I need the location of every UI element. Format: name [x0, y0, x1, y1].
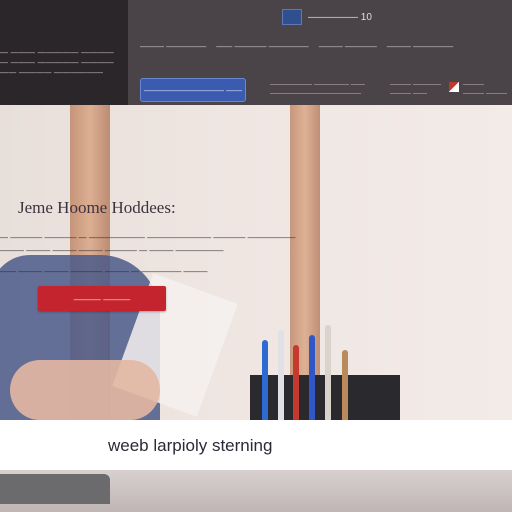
- hero-section: Jeme Hoome Hoddees: — ———— ———— — ——————…: [0, 105, 512, 420]
- nav-item[interactable]: ——— —————: [387, 42, 453, 51]
- header-info-block: ——— ——— ———: [463, 80, 507, 98]
- header-info-block: ——— ———— ——— ——: [390, 80, 441, 98]
- info-line: ——— ———: [463, 90, 507, 97]
- hero-title: Jeme Hoome Hoddees:: [18, 198, 176, 217]
- nav-item[interactable]: —— ———— —————: [216, 42, 308, 51]
- nav-item[interactable]: ——— —————: [140, 42, 206, 51]
- main-nav: ——— ————— —— ———— ————— ——— ———— ——— ———…: [140, 42, 453, 51]
- header-left-line: — ——— ————— ————: [0, 48, 114, 57]
- hero-hand-image: [10, 360, 160, 420]
- info-line: ——— ————: [390, 81, 441, 88]
- hero-subtitle-line: — ———— ———— — ——————— ———————— ———— ————…: [0, 233, 296, 242]
- hero-subtitle-line: ——— ——— ——— ——— ———— — ——— ——————: [0, 246, 224, 255]
- header-left-panel: — ——— ————— ———— — ——— ————— ———— —— ———…: [0, 0, 128, 105]
- pencil-image: [309, 335, 315, 420]
- pencil-image: [342, 350, 348, 420]
- info-line: ——— ——: [390, 90, 427, 97]
- header-cta-button[interactable]: —————————— ——: [140, 78, 246, 102]
- brand-logo-icon: [282, 9, 302, 25]
- laptop-image: [0, 474, 110, 504]
- header-left-line: — ——— ————— ————: [0, 58, 114, 67]
- pencil-image: [262, 340, 268, 420]
- nav-item[interactable]: ——— ————: [319, 42, 377, 51]
- header-left-line: —— ———— ——————: [0, 68, 104, 77]
- pencil-image: [325, 325, 331, 420]
- hero-subtitle-line: —— ——— ——— ———— ——— — ————— ———: [0, 267, 208, 276]
- pencil-image: [293, 345, 299, 420]
- info-line: —————— ————— ——: [270, 81, 365, 88]
- caption-strip: weeb larpioly sterning: [0, 420, 512, 470]
- info-line: ———: [463, 81, 484, 88]
- caption-text: weeb larpioly sterning: [108, 436, 273, 455]
- header-info-block: —————— ————— —— —————————————: [270, 80, 365, 98]
- pencil-image: [278, 330, 284, 420]
- brand[interactable]: ————— 10: [282, 9, 372, 25]
- hero-cta-button[interactable]: ——— ———: [38, 286, 166, 311]
- info-line: —————————————: [270, 90, 361, 97]
- site-header: — ——— ————— ———— — ——— ————— ———— —— ———…: [0, 0, 512, 105]
- flag-icon[interactable]: [449, 82, 459, 92]
- brand-name: ————— 10: [308, 11, 372, 23]
